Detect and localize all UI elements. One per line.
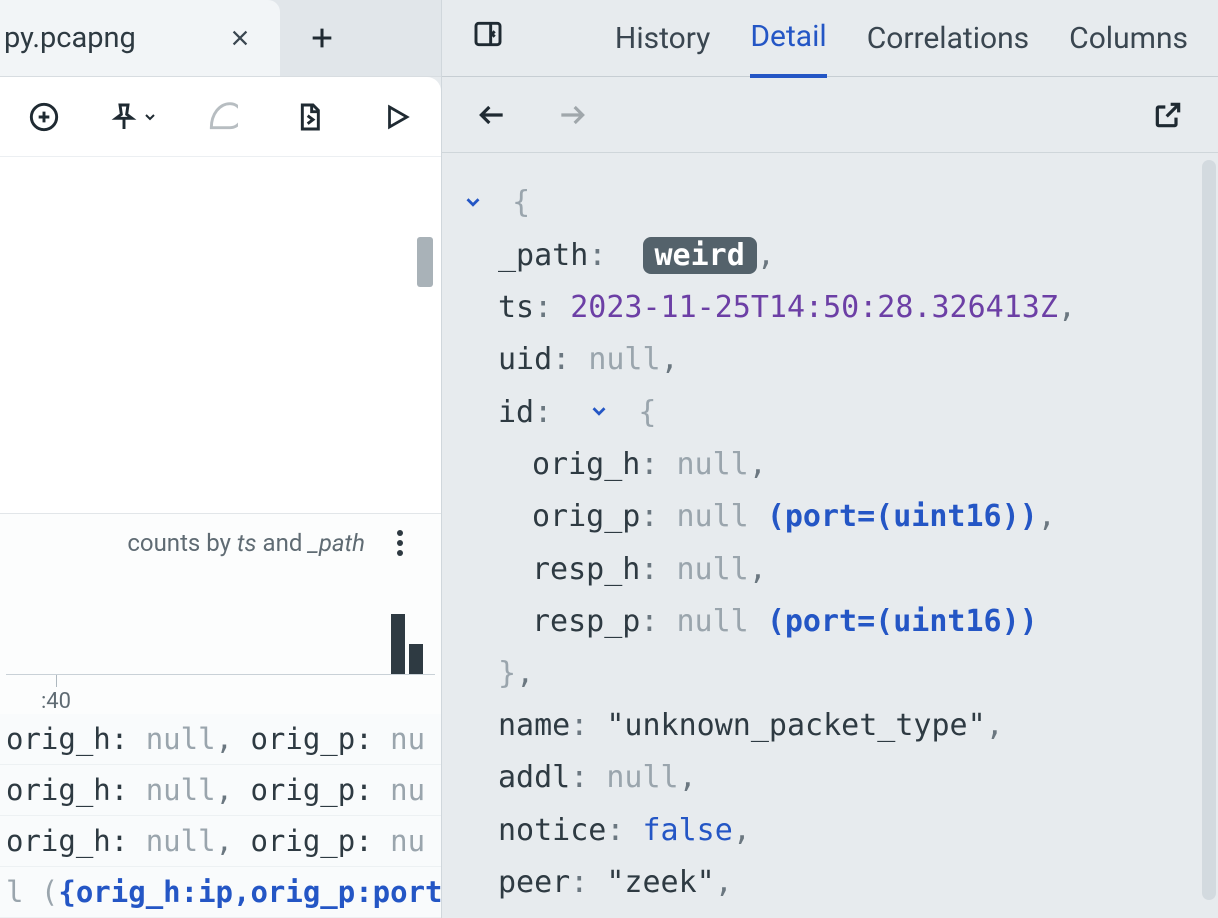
close-tab-button[interactable]	[220, 18, 260, 58]
quarter-shape-icon	[206, 101, 238, 133]
arrow-left-icon	[476, 99, 508, 131]
file-export-icon	[293, 101, 325, 133]
chevron-down-icon	[142, 109, 158, 125]
chart-bar	[391, 614, 405, 674]
circle-plus-icon	[28, 101, 60, 133]
shape-button[interactable]	[198, 93, 246, 141]
collapse-root-toggle[interactable]	[462, 178, 484, 230]
detail-json: { _path: weird, ts: 2023-11-25T14:50:28.…	[442, 153, 1218, 918]
export-button[interactable]	[286, 93, 334, 141]
editor-area[interactable]	[0, 157, 441, 513]
collapse-id-toggle[interactable]	[588, 387, 610, 439]
scrollbar-thumb[interactable]	[417, 237, 433, 287]
scrollbar[interactable]	[1202, 160, 1216, 900]
table-row[interactable]: orig_h: null, orig_p: nu	[0, 714, 441, 765]
tab-columns[interactable]: Columns	[1069, 1, 1188, 76]
panel-right-icon	[472, 18, 504, 50]
results-rows: orig_h: null, orig_p: nu orig_h: null, o…	[0, 714, 441, 918]
chart-menu-button[interactable]	[385, 528, 415, 558]
pin-icon	[108, 101, 140, 133]
table-row[interactable]: orig_h: null, orig_p: nu	[0, 765, 441, 816]
table-row-selected[interactable]: l ({orig_h:ip,orig_p:port	[0, 867, 441, 918]
tab-correlations[interactable]: Correlations	[867, 1, 1029, 76]
toggle-sidebar-button[interactable]	[472, 18, 512, 58]
plus-icon	[308, 24, 336, 52]
table-row[interactable]: orig_h: null, orig_p: nu	[0, 816, 441, 867]
tab-title: py.pcapng	[0, 21, 136, 55]
run-button[interactable]	[373, 93, 421, 141]
add-query-button[interactable]	[20, 93, 68, 141]
close-icon	[229, 27, 251, 49]
new-tab-button[interactable]	[292, 8, 352, 68]
arrow-right-icon	[556, 99, 588, 131]
open-external-button[interactable]	[1148, 95, 1188, 135]
left-toolbar	[0, 77, 441, 157]
play-icon	[382, 102, 412, 132]
tabs-bar: py.pcapng	[0, 0, 441, 77]
chart-canvas[interactable]	[0, 564, 441, 674]
tab-session[interactable]: py.pcapng	[0, 0, 280, 76]
path-badge[interactable]: weird	[643, 237, 757, 274]
tab-history[interactable]: History	[615, 1, 710, 76]
more-vertical-icon	[396, 529, 404, 557]
ts-value[interactable]: 2023-11-25T14:50:28.326413Z	[570, 290, 1058, 325]
detail-nav	[442, 77, 1218, 153]
open-external-icon	[1152, 99, 1184, 131]
chevron-down-icon	[588, 400, 610, 422]
chart-caption: counts by ts and _path	[127, 529, 365, 557]
chart-x-axis: :40	[6, 674, 435, 714]
chevron-down-icon	[462, 191, 484, 213]
name-value[interactable]: "unknown_packet_type"	[606, 708, 985, 743]
histogram-panel: counts by ts and _path :40	[0, 513, 441, 714]
chart-bar	[409, 644, 423, 674]
back-button[interactable]	[472, 95, 512, 135]
x-tick-label: :40	[41, 689, 71, 714]
tab-detail[interactable]: Detail	[750, 0, 826, 78]
detail-tabs: History Detail Correlations Columns	[442, 0, 1218, 77]
forward-button	[552, 95, 592, 135]
pin-button[interactable]	[108, 101, 158, 133]
